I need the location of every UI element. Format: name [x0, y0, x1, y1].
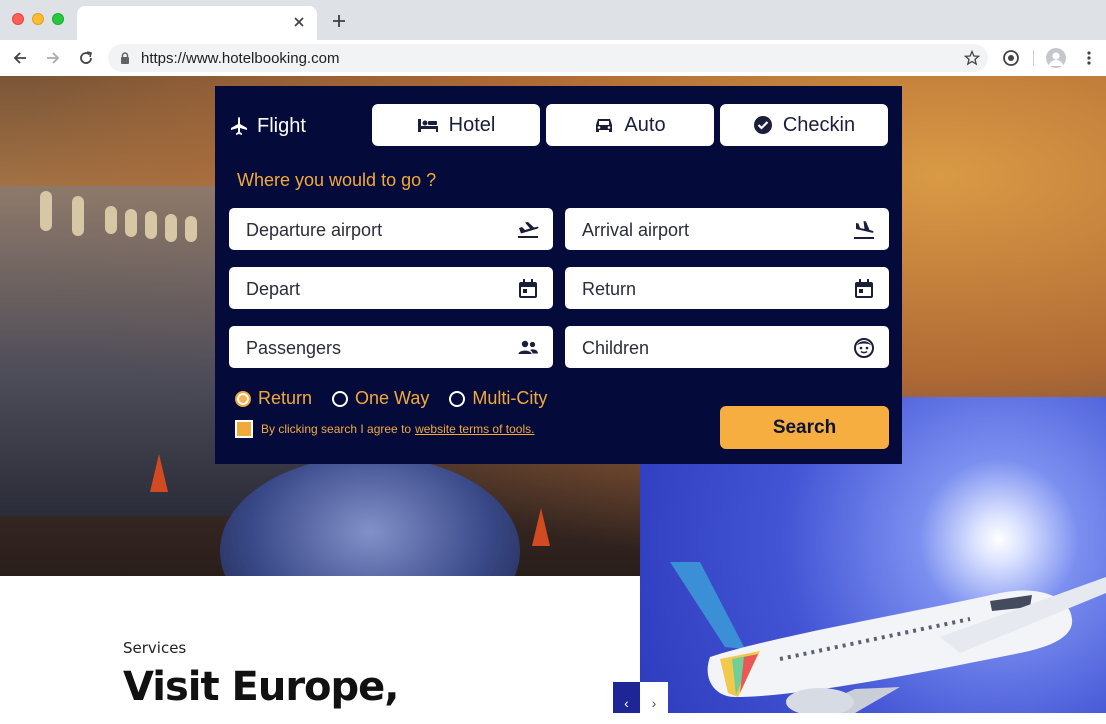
child-face-icon: [854, 338, 874, 358]
return-date-placeholder: Return: [582, 279, 637, 299]
radio-return[interactable]: Return: [235, 388, 312, 409]
fuselage-window: [105, 206, 117, 234]
url-bar[interactable]: https://www.hotelbooking.com: [108, 44, 988, 72]
tab-auto-label: Auto: [624, 113, 666, 136]
tab-hotel-label: Hotel: [448, 113, 496, 136]
radio-multi-city[interactable]: Multi-City: [449, 388, 547, 409]
flight-landing-icon: [854, 221, 874, 239]
destination-prompt: Where you would to go ?: [237, 170, 437, 190]
url-text: https://www.hotelbooking.com: [141, 50, 340, 67]
section-heading: Visit Europe,: [123, 664, 399, 710]
address-bar-row: https://www.hotelbooking.com: [0, 40, 1106, 77]
check-circle-icon: [753, 116, 772, 134]
return-date-field[interactable]: Return: [565, 267, 889, 309]
back-icon[interactable]: [12, 50, 28, 66]
bookmark-star-icon[interactable]: [964, 50, 980, 66]
terms-text: By clicking search I agree to: [261, 422, 412, 436]
tab-checkin[interactable]: Checkin: [720, 104, 888, 146]
radio-return-indicator[interactable]: [235, 390, 251, 407]
people-icon: [518, 340, 538, 354]
toolbar-divider: [1033, 50, 1034, 66]
bed-icon: [417, 119, 438, 132]
radio-multi-city-label: Multi-City: [472, 388, 548, 408]
terms-link[interactable]: website terms of tools.: [415, 422, 534, 436]
calendar-icon: [855, 279, 873, 298]
tab-auto[interactable]: Auto: [546, 104, 714, 146]
fuselage-window: [185, 216, 197, 242]
slider-prev-button[interactable]: ‹: [613, 682, 640, 713]
profile-avatar-icon[interactable]: [1046, 48, 1066, 68]
airplane-icon: [231, 117, 247, 135]
extension-icon[interactable]: [1002, 49, 1020, 67]
browser-tab-strip: [0, 0, 1106, 40]
fuselage-window: [40, 191, 52, 231]
maximize-window-button[interactable]: [52, 13, 64, 25]
close-tab-icon[interactable]: [291, 14, 307, 30]
kebab-menu-icon[interactable]: [1082, 50, 1096, 66]
radio-one-way[interactable]: One Way: [332, 388, 429, 409]
radio-one-way-label: One Way: [355, 388, 430, 408]
slider-controls: ‹ ›: [613, 682, 668, 713]
radio-multi-city-indicator[interactable]: [449, 390, 466, 407]
traffic-cone-graphic: [532, 508, 550, 546]
lock-icon: [121, 52, 129, 64]
children-placeholder: Children: [582, 338, 650, 358]
search-button[interactable]: Search: [720, 406, 889, 449]
traffic-cone-graphic: [150, 454, 168, 492]
depart-date-placeholder: Depart: [246, 279, 301, 299]
departure-airport-placeholder: Departure airport: [246, 220, 383, 240]
children-field[interactable]: Children: [565, 326, 889, 368]
terms-agreement: By clicking search I agree to website te…: [235, 420, 534, 438]
radio-return-label: Return: [258, 388, 313, 408]
booking-form: Flight Hotel Auto Checkin Where you woul…: [215, 86, 902, 464]
fuselage-window: [125, 209, 137, 237]
tab-checkin-label: Checkin: [782, 113, 856, 136]
departure-airport-field[interactable]: Departure airport: [229, 208, 553, 250]
reload-icon[interactable]: [78, 50, 94, 66]
slider-next-button[interactable]: ›: [640, 682, 668, 713]
fuselage-window: [145, 211, 157, 239]
fuselage-window: [165, 214, 177, 242]
tab-flight[interactable]: Flight: [229, 104, 306, 148]
arrival-airport-field[interactable]: Arrival airport: [565, 208, 889, 250]
tab-flight-label: Flight: [257, 114, 306, 137]
minimize-window-button[interactable]: [32, 13, 44, 25]
section-label: Services: [123, 639, 187, 657]
forward-icon[interactable]: [45, 50, 61, 66]
passengers-placeholder: Passengers: [246, 338, 342, 358]
flight-takeoff-icon: [518, 222, 539, 238]
tab-hotel[interactable]: Hotel: [372, 104, 540, 146]
fuselage-window: [72, 196, 84, 236]
passengers-field[interactable]: Passengers: [229, 326, 553, 368]
terms-checkbox[interactable]: [235, 420, 253, 438]
browser-tab[interactable]: [77, 6, 317, 40]
close-window-button[interactable]: [12, 13, 24, 25]
arrival-airport-placeholder: Arrival airport: [582, 220, 690, 240]
radio-one-way-indicator[interactable]: [332, 390, 349, 407]
trip-type-group: Return One Way Multi-City: [235, 388, 547, 409]
car-icon: [596, 119, 613, 132]
depart-date-field[interactable]: Depart: [229, 267, 553, 309]
new-tab-icon[interactable]: [331, 13, 347, 29]
calendar-icon: [519, 279, 537, 298]
